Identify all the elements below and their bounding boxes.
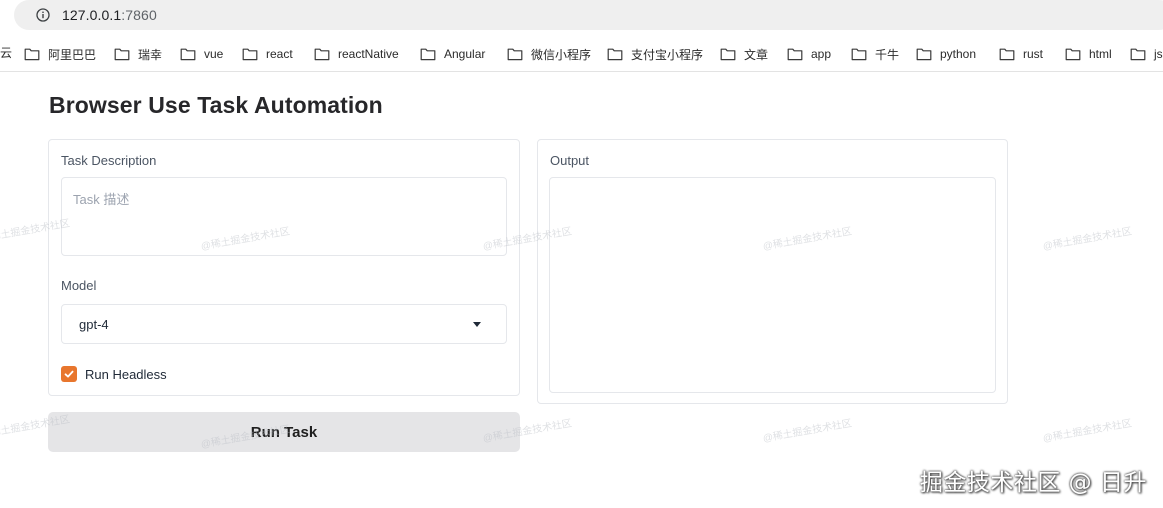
bookmark-item[interactable]: js <box>1130 44 1163 64</box>
folder-icon <box>916 48 932 61</box>
bookmark-label: 阿里巴巴 <box>48 47 97 62</box>
bookmark-label: app <box>811 47 832 61</box>
folder-icon <box>1065 48 1081 61</box>
bookmark-label: 支付宝小程序 <box>631 47 704 62</box>
folder-icon <box>787 48 803 61</box>
bookmark-label: rust <box>1023 47 1044 61</box>
folder-icon <box>999 48 1015 61</box>
bookmark-item[interactable]: 千牛 <box>851 44 899 64</box>
bookmark-label: 微信小程序 <box>531 47 592 62</box>
bookmarks-bar: 云 阿里巴巴 瑞幸 vue react reactNative Angular 微信小程序 支… <box>0 36 1163 72</box>
bookmark-label: 文章 <box>744 47 769 62</box>
url-host: 127.0.0.1 <box>62 7 122 23</box>
run-headless-checkbox[interactable] <box>61 366 77 382</box>
bookmark-item[interactable]: app <box>787 44 831 64</box>
folder-icon <box>507 48 523 61</box>
bookmark-label: react <box>266 47 293 61</box>
bookmark-item[interactable]: 支付宝小程序 <box>607 44 703 64</box>
browser-address-bar: 127.0.0.1:7860 <box>0 0 1163 32</box>
task-description-label: Task Description <box>61 153 157 168</box>
chevron-down-icon <box>473 322 481 327</box>
model-select[interactable]: gpt-4 <box>61 304 507 344</box>
output-textbox[interactable] <box>549 177 996 393</box>
bookmark-label: python <box>940 47 977 61</box>
bookmark-cut-label[interactable]: 云 <box>0 44 12 61</box>
bookmark-item[interactable]: Angular <box>420 44 485 64</box>
bookmark-label: html <box>1089 47 1112 61</box>
folder-icon <box>180 48 196 61</box>
bookmark-item[interactable]: react <box>242 44 293 64</box>
folder-icon <box>24 48 40 61</box>
url-port: :7860 <box>121 7 157 23</box>
footer-watermark: 掘金技术社区 @ 日升 <box>919 470 1147 496</box>
bookmark-label: 千牛 <box>875 47 900 62</box>
task-description-input[interactable]: Task 描述 <box>61 177 507 256</box>
folder-icon <box>242 48 258 61</box>
run-headless-label[interactable]: Run Headless <box>85 367 167 382</box>
folder-icon <box>720 48 736 61</box>
bookmark-item[interactable]: python <box>916 44 976 64</box>
task-description-placeholder: Task 描述 <box>73 192 130 207</box>
url-field[interactable]: 127.0.0.1:7860 <box>14 0 1163 30</box>
bookmark-label: js <box>1154 47 1163 61</box>
bookmark-item[interactable]: 微信小程序 <box>507 44 591 64</box>
url-text: 127.0.0.1:7860 <box>62 7 157 23</box>
bookmark-item[interactable]: 阿里巴巴 <box>24 44 96 64</box>
bookmark-item[interactable]: 瑞幸 <box>114 44 162 64</box>
folder-icon <box>1130 48 1146 61</box>
checkmark-icon <box>64 370 74 378</box>
folder-icon <box>114 48 130 61</box>
output-label: Output <box>550 153 590 168</box>
input-panel: Task Description Task 描述 Model gpt-4 Run… <box>48 139 520 396</box>
folder-icon <box>851 48 867 61</box>
output-panel: Output <box>537 139 1008 404</box>
bookmark-label: Angular <box>444 47 486 61</box>
bookmark-item[interactable]: reactNative <box>314 44 399 64</box>
bookmark-item[interactable]: html <box>1065 44 1112 64</box>
bookmark-item[interactable]: vue <box>180 44 223 64</box>
folder-icon <box>314 48 330 61</box>
info-icon[interactable] <box>36 8 50 22</box>
watermark-text: @稀土掘金技术社区 <box>1042 226 1133 253</box>
folder-icon <box>420 48 436 61</box>
model-select-value: gpt-4 <box>79 317 109 332</box>
folder-icon <box>607 48 623 61</box>
bookmark-label: vue <box>204 47 224 61</box>
watermark-text: @稀土掘金技术社区 <box>762 418 853 445</box>
bookmark-label: reactNative <box>338 47 399 61</box>
model-label: Model <box>61 278 97 293</box>
bookmark-item[interactable]: rust <box>999 44 1043 64</box>
page-title: Browser Use Task Automation <box>49 92 383 118</box>
bookmark-label: 瑞幸 <box>138 47 163 62</box>
watermark-text: @稀土掘金技术社区 <box>1042 418 1133 445</box>
bookmark-item[interactable]: 文章 <box>720 44 768 64</box>
